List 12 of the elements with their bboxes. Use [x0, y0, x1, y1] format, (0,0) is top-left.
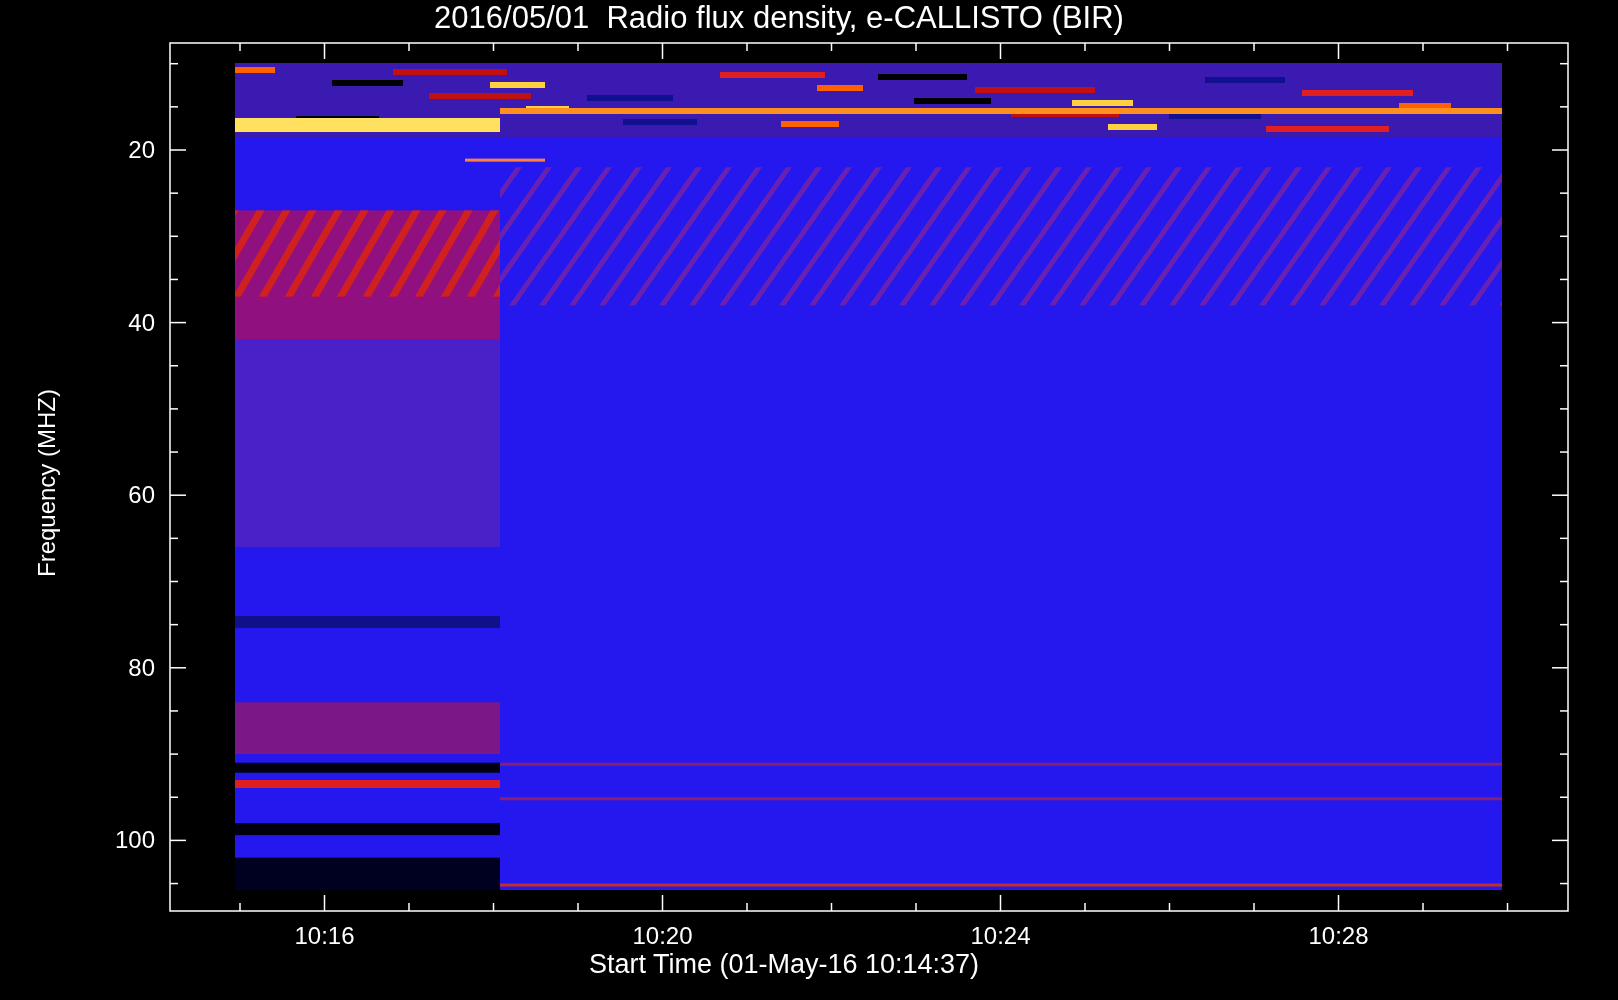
x-tick-label: 10:24: [970, 922, 1031, 949]
x-tick-label: 10:20: [632, 922, 693, 949]
y-tick-label: 20: [128, 136, 155, 163]
y-tick-label: 100: [114, 826, 155, 854]
y-axis-label: Frequency (MHZ): [33, 388, 62, 577]
y-tick-label: 80: [128, 653, 155, 681]
y-tick-label: 40: [128, 308, 155, 336]
x-axis-label: Start Time (01-May-16 10:14:37): [588, 949, 980, 980]
x-tick-label: 10:28: [1308, 922, 1369, 949]
y-tick-label: 60: [128, 481, 155, 509]
chart-title: 2016/05/01 Radio flux density, e-CALLISTO (BIR): [434, 0, 1124, 36]
x-tick-label: 10:16: [294, 922, 355, 949]
